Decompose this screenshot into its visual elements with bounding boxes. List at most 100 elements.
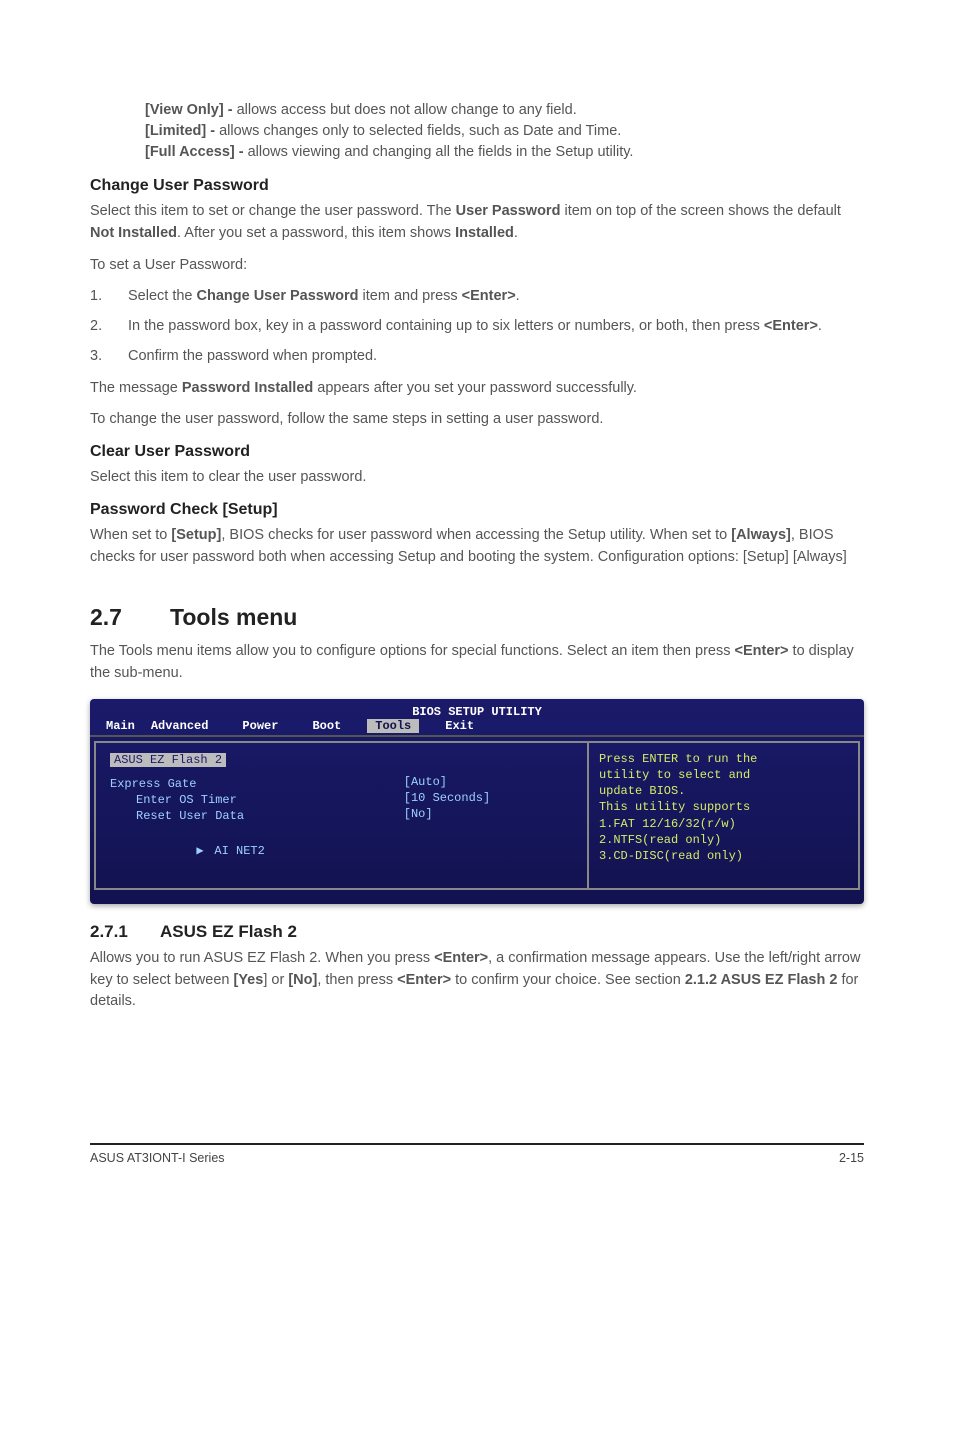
li2b: <Enter>	[764, 318, 818, 334]
full-access-label: [Full Access] -	[145, 144, 248, 160]
limited-label: [Limited] -	[145, 123, 219, 139]
li2a: In the password box, key in a password c…	[128, 318, 764, 334]
bios-values-col: [Auto] [10 Seconds] [No]	[404, 753, 573, 874]
cup-p3a: The message	[90, 380, 182, 396]
bios-reset-user-data: Reset User Data	[110, 809, 364, 823]
ez-p1a: Allows you to run ASUS EZ Flash 2. When …	[90, 950, 434, 966]
bios-tab-row: Main Advanced Power Boot Tools Exit	[90, 719, 864, 735]
limited-text: allows changes only to selected fields, …	[219, 123, 621, 139]
bios-ai-net2: AI NET2	[214, 844, 264, 858]
li1b: Change User Password	[197, 288, 359, 304]
help-line: 1.FAT 12/16/32(r/w)	[599, 816, 848, 832]
bios-tab-advanced: Advanced	[143, 719, 217, 733]
section-title: Tools menu	[170, 604, 297, 630]
tools-p1b: <Enter>	[735, 643, 789, 659]
help-line: This utility supports	[599, 799, 848, 815]
step-number: 2.	[90, 316, 128, 338]
help-line: 3.CD-DISC(read only)	[599, 848, 848, 864]
step-text: Select the Change User Password item and…	[128, 286, 864, 308]
cup-p1d: Not Installed	[90, 225, 177, 241]
cup-p1b: User Password	[456, 203, 561, 219]
footer-right: 2-15	[839, 1151, 864, 1165]
cup-para-2: To set a User Password:	[90, 255, 864, 277]
bios-tab-main: Main	[98, 719, 143, 733]
bios-tab-exit: Exit	[437, 719, 482, 733]
ez-p1j: 2.1.2 ASUS EZ Flash 2	[685, 972, 838, 988]
cup-p3b: Password Installed	[182, 380, 313, 396]
bios-items-col: ASUS EZ Flash 2 Express Gate Enter OS Ti…	[110, 753, 364, 874]
ez-p1f: [No]	[288, 972, 317, 988]
bios-tab-power: Power	[234, 719, 286, 733]
help-line: 2.NTFS(read only)	[599, 832, 848, 848]
help-line: utility to select and	[599, 767, 848, 783]
pwc-p1c: , BIOS checks for user password when acc…	[221, 527, 731, 543]
cup-p1e: . After you set a password, this item sh…	[177, 225, 455, 241]
pwc-p1b: [Setup]	[171, 527, 221, 543]
arrow-right-icon: ▶	[196, 843, 214, 858]
bios-ai-net2-row: ▶AI NET2	[110, 829, 364, 872]
cup-p3c: appears after you set your password succ…	[313, 380, 637, 396]
view-only-line: [View Only] - allows access but does not…	[145, 100, 864, 121]
ez-p1b: <Enter>	[434, 950, 488, 966]
cup-para-4: To change the user password, follow the …	[90, 409, 864, 431]
pwc-p1a: When set to	[90, 527, 171, 543]
cup-p1f: Installed	[455, 225, 514, 241]
bios-reset-user-data-value: [No]	[404, 807, 573, 821]
page-footer: ASUS AT3IONT-I Series 2-15	[90, 1143, 864, 1165]
ez-p1h: <Enter>	[397, 972, 451, 988]
li1a: Select the	[128, 288, 197, 304]
view-only-label: [View Only] -	[145, 102, 237, 118]
ez-p1d: [Yes	[233, 972, 263, 988]
ez-flash-heading: 2.7.1ASUS EZ Flash 2	[90, 922, 864, 942]
li1c: item and press	[359, 288, 462, 304]
li1d: <Enter>	[462, 288, 516, 304]
bios-tab-boot: Boot	[304, 719, 349, 733]
section-number: 2.7.1	[90, 922, 160, 942]
pwc-p1d: [Always]	[731, 527, 791, 543]
access-options: [View Only] - allows access but does not…	[145, 100, 864, 163]
help-line: Press ENTER to run the	[599, 751, 848, 767]
step-number: 1.	[90, 286, 128, 308]
bios-express-gate: Express Gate	[110, 777, 364, 791]
section-number: 2.7	[90, 604, 170, 631]
clear-user-password-heading: Clear User Password	[90, 443, 864, 461]
ez-p1e: ] or	[263, 972, 288, 988]
change-user-password-heading: Change User Password	[90, 177, 864, 195]
ez-p1g: , then press	[317, 972, 397, 988]
password-check-heading: Password Check [Setup]	[90, 501, 864, 519]
cup-para-3: The message Password Installed appears a…	[90, 378, 864, 400]
bios-express-gate-value: [Auto]	[404, 775, 573, 789]
bios-enter-os-timer: Enter OS Timer	[110, 793, 364, 807]
cup-steps-list: 1. Select the Change User Password item …	[90, 286, 864, 367]
limited-line: [Limited] - allows changes only to selec…	[145, 121, 864, 142]
bios-enter-os-timer-value: [10 Seconds]	[404, 791, 573, 805]
list-item: 1. Select the Change User Password item …	[90, 286, 864, 308]
tools-menu-heading: 2.7Tools menu	[90, 604, 864, 631]
cup-p1a: Select this item to set or change the us…	[90, 203, 456, 219]
li2c: .	[818, 318, 822, 334]
ez-para: Allows you to run ASUS EZ Flash 2. When …	[90, 948, 864, 1013]
tools-para: The Tools menu items allow you to config…	[90, 641, 864, 685]
view-only-text: allows access but does not allow change …	[237, 102, 577, 118]
bios-help-pane: Press ENTER to run the utility to select…	[587, 741, 860, 890]
bios-body: ASUS EZ Flash 2 Express Gate Enter OS Ti…	[90, 735, 864, 890]
bios-title: BIOS SETUP UTILITY	[90, 699, 864, 719]
help-line: update BIOS.	[599, 783, 848, 799]
full-access-text: allows viewing and changing all the fiel…	[248, 144, 634, 160]
cup-p1g: .	[514, 225, 518, 241]
bios-left-pane: ASUS EZ Flash 2 Express Gate Enter OS Ti…	[94, 741, 587, 890]
footer-left: ASUS AT3IONT-I Series	[90, 1151, 225, 1165]
step-text: In the password box, key in a password c…	[128, 316, 864, 338]
step-text: Confirm the password when prompted.	[128, 346, 864, 368]
full-access-line: [Full Access] - allows viewing and chang…	[145, 142, 864, 163]
bios-ez-flash-item: ASUS EZ Flash 2	[110, 753, 226, 767]
ez-p1i: to confirm your choice. See section	[451, 972, 685, 988]
bios-setup-screenshot: BIOS SETUP UTILITY Main Advanced Power B…	[90, 699, 864, 904]
cup-para-1: Select this item to set or change the us…	[90, 201, 864, 245]
li1e: .	[516, 288, 520, 304]
bios-tab-tools: Tools	[367, 719, 419, 733]
tools-p1a: The Tools menu items allow you to config…	[90, 643, 735, 659]
clup-para: Select this item to clear the user passw…	[90, 467, 864, 489]
step-number: 3.	[90, 346, 128, 368]
list-item: 2. In the password box, key in a passwor…	[90, 316, 864, 338]
